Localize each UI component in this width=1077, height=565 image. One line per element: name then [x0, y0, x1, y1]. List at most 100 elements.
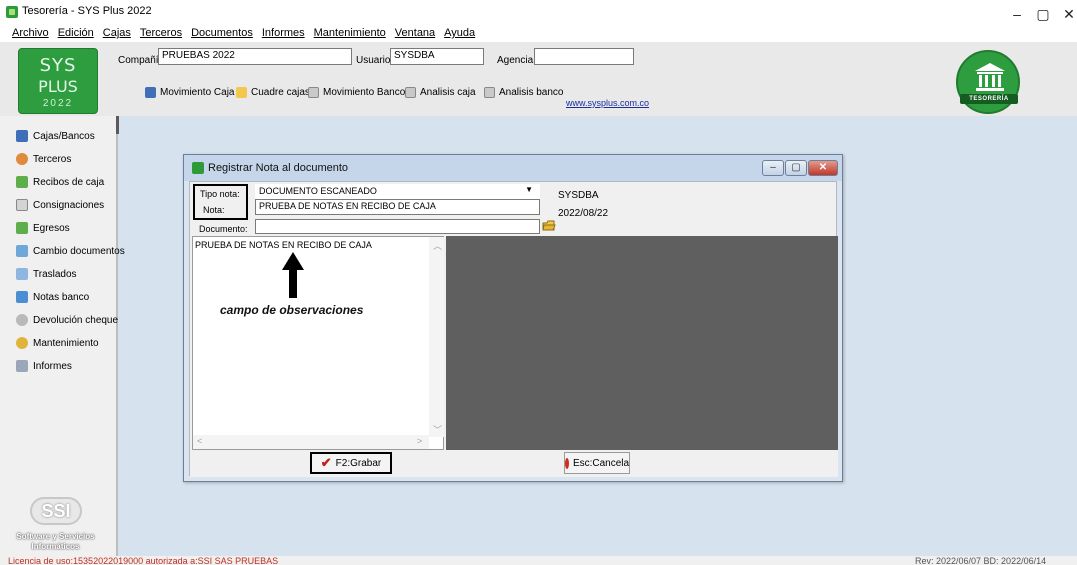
save-button[interactable]: ✔ F2:Grabar	[310, 452, 392, 474]
window-title: Tesorería - SYS Plus 2022	[22, 5, 152, 17]
app-icon	[6, 6, 18, 18]
printer-icon	[16, 360, 28, 372]
document-icon	[16, 199, 28, 211]
cancel-icon	[564, 457, 569, 469]
sidebar-item-label: Cambio documentos	[33, 245, 125, 257]
analisis-banco-button[interactable]: Analisis banco	[484, 85, 563, 99]
menu-archivo[interactable]: Archivo	[12, 27, 49, 41]
close-button[interactable]: ✕	[1054, 4, 1077, 24]
cuadre-cajas-button[interactable]: Cuadre cajas	[236, 85, 310, 99]
usuario-field[interactable]: SYSDBA	[390, 48, 484, 65]
cuadre-cajas-label: Cuadre cajas	[251, 86, 310, 98]
vertical-scrollbar[interactable]: ︿ ﹀	[429, 237, 444, 437]
menu-mantenimiento[interactable]: Mantenimiento	[314, 27, 386, 41]
sidebar-item-cajas-bancos[interactable]: Cajas/Bancos	[16, 128, 95, 144]
horizontal-scrollbar[interactable]: < >	[193, 435, 429, 449]
scroll-right-icon[interactable]: >	[417, 436, 422, 446]
annotation-label: campo de observaciones	[220, 303, 364, 317]
transfer-icon	[16, 268, 28, 280]
menu-cajas[interactable]: Cajas	[103, 27, 131, 41]
receipt-icon	[16, 176, 28, 188]
agencia-field[interactable]	[534, 48, 634, 65]
sidebar-item-devolucion-cheque[interactable]: Devolución cheque	[16, 312, 118, 328]
logo-line1: SYS	[39, 55, 77, 76]
sidebar-item-egresos[interactable]: Egresos	[16, 220, 70, 236]
sidebar-item-label: Consignaciones	[33, 199, 105, 211]
movimiento-banco-button[interactable]: Movimiento Banco	[308, 85, 405, 99]
dialog-close-button[interactable]: ✕	[808, 160, 838, 176]
nota-field[interactable]: PRUEBA DE NOTAS EN RECIBO DE CAJA	[255, 199, 540, 215]
menu-terceros[interactable]: Terceros	[140, 27, 182, 41]
dialog-minimize-button[interactable]: –	[762, 160, 784, 176]
dialog-maximize-button[interactable]: ▢	[785, 160, 807, 176]
menu-documentos[interactable]: Documentos	[191, 27, 253, 41]
exchange-icon	[16, 245, 28, 257]
tipo-nota-select[interactable]: DOCUMENTO ESCANEADO ▼	[255, 184, 540, 200]
menu-ayuda[interactable]: Ayuda	[444, 27, 475, 41]
documento-label: Documento:	[199, 224, 248, 234]
sidebar-item-label: Devolución cheque	[33, 314, 119, 326]
dialog-titlebar: Registrar Nota al documento – ▢ ✕	[184, 155, 842, 181]
menu-edicion[interactable]: Edición	[58, 27, 94, 41]
logo-line2: PLUS	[38, 77, 78, 96]
sidebar-item-recibos-caja[interactable]: Recibos de caja	[16, 174, 104, 190]
scroll-left-icon[interactable]: <	[197, 436, 202, 446]
user-value: SYSDBA	[558, 190, 599, 201]
sidebar-item-terceros[interactable]: Terceros	[16, 151, 71, 167]
sidebar-item-cambio-documentos[interactable]: Cambio documentos	[16, 243, 125, 259]
dialog-button-row: ✔ F2:Grabar Esc:Cancela	[190, 450, 838, 477]
scroll-down-icon[interactable]: ﹀	[433, 423, 442, 436]
movimiento-banco-label: Movimiento Banco	[323, 86, 406, 98]
ssi-line2: Informáticos	[31, 542, 80, 551]
bank-note-icon	[16, 291, 28, 303]
sidebar-item-informes[interactable]: Informes	[16, 358, 72, 374]
dialog-body: Tipo nota: DOCUMENTO ESCANEADO ▼ Nota: P…	[189, 181, 838, 477]
cash-box-icon	[16, 130, 28, 142]
app-icon	[192, 162, 204, 174]
ssi-mark: SSI	[30, 497, 82, 525]
analisis-caja-button[interactable]: Analisis caja	[405, 85, 476, 99]
sidebar-item-mantenimiento[interactable]: Mantenimiento	[16, 335, 99, 351]
ssi-company-name: Software y Servicios Informáticos	[8, 532, 103, 552]
menu-ventana[interactable]: Ventana	[395, 27, 435, 41]
compania-field[interactable]: PRUEBAS 2022	[158, 48, 352, 65]
menu-bar: Archivo Edición Cajas Terceros Documento…	[12, 27, 475, 41]
folder-open-icon[interactable]	[542, 219, 556, 233]
person-icon	[16, 153, 28, 165]
sidebar-item-label: Terceros	[33, 153, 72, 165]
sidebar-splitter[interactable]	[116, 116, 119, 134]
movimiento-caja-label: Movimiento Caja	[160, 86, 235, 98]
sidebar-item-label: Traslados	[33, 268, 77, 280]
tesoreria-badge: TESORERÍA	[956, 50, 1020, 114]
scroll-up-icon[interactable]: ︿	[433, 239, 442, 252]
folder-icon	[236, 86, 247, 98]
analisis-banco-label: Analisis banco	[499, 86, 564, 98]
tipo-nota-label: Tipo nota:	[200, 189, 240, 199]
usuario-label: Usuario:	[356, 55, 394, 66]
agencia-label: Agencia:	[497, 55, 536, 66]
checkmark-icon: ✔	[320, 455, 332, 470]
sidebar-item-label: Mantenimiento	[33, 337, 99, 349]
document-icon	[484, 86, 495, 98]
sidebar-item-notas-banco[interactable]: Notas banco	[16, 289, 89, 305]
annotation-arrow-icon	[282, 252, 304, 298]
sidebar-item-consignaciones[interactable]: Consignaciones	[16, 197, 104, 213]
website-link[interactable]: www.sysplus.com.co	[566, 98, 649, 108]
document-image-viewer[interactable]	[446, 236, 838, 450]
sysplus-logo: SYS PLUS 2022	[18, 48, 98, 114]
ssi-logo: SSI Software y Servicios Informáticos	[8, 497, 103, 555]
documento-field[interactable]	[255, 219, 540, 234]
save-label: F2:Grabar	[335, 457, 382, 469]
window-titlebar: Tesorería - SYS Plus 2022 – ▢ ✕	[0, 0, 1077, 28]
analisis-caja-label: Analisis caja	[420, 86, 476, 98]
menu-informes[interactable]: Informes	[262, 27, 305, 41]
cancel-button[interactable]: Esc:Cancela	[564, 452, 630, 474]
sidebar-item-traslados[interactable]: Traslados	[16, 266, 77, 282]
observaciones-text: PRUEBA DE NOTAS EN RECIBO DE CAJA	[195, 240, 372, 250]
tipo-nota-value: DOCUMENTO ESCANEADO	[259, 186, 377, 196]
movimiento-caja-button[interactable]: Movimiento Caja	[145, 85, 234, 99]
revision-status: Rev: 2022/06/07 BD: 2022/06/14	[915, 556, 1047, 565]
observaciones-textarea[interactable]: PRUEBA DE NOTAS EN RECIBO DE CAJA ︿ ﹀ < …	[192, 236, 444, 450]
expense-icon	[16, 222, 28, 234]
cancel-label: Esc:Cancela	[572, 457, 630, 469]
